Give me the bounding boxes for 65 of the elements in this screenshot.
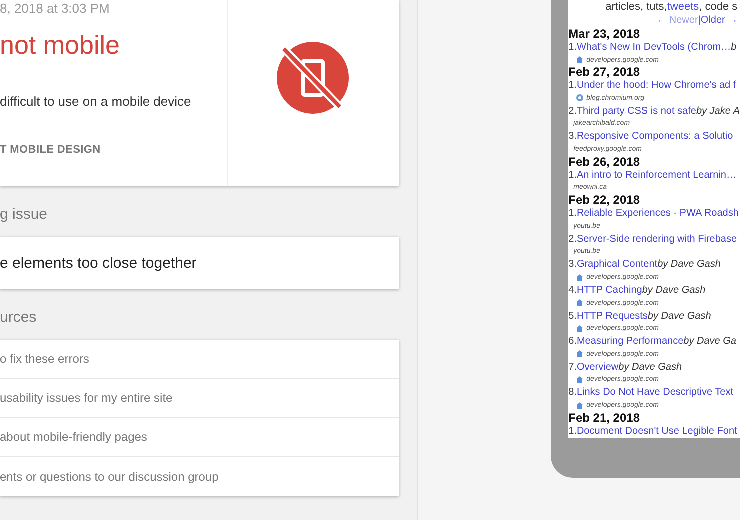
house-icon bbox=[576, 324, 584, 333]
article-link[interactable]: Graphical Content bbox=[576, 259, 658, 270]
feed-date: Feb 27, 2018 bbox=[568, 66, 641, 80]
house-icon bbox=[576, 376, 584, 384]
item-number: 7. bbox=[568, 362, 577, 373]
item-number: 6. bbox=[568, 336, 577, 348]
item-number: 1. bbox=[568, 426, 577, 437]
article-link[interactable]: An intro to Reinforcement Learnin… bbox=[576, 170, 736, 181]
item-number: 2. bbox=[568, 234, 577, 245]
article-link[interactable]: Responsive Components: a Solutio bbox=[576, 131, 734, 142]
house-icon bbox=[576, 274, 584, 282]
article-link[interactable]: Third party CSS is not safe bbox=[576, 106, 696, 117]
item-number: 1. bbox=[568, 208, 577, 220]
test-date: 8, 2018 at 3:03 PM bbox=[0, 1, 111, 16]
intro-text: , code s bbox=[699, 1, 738, 13]
house-icon bbox=[576, 350, 584, 358]
article-author: by Dave Gash bbox=[648, 310, 712, 322]
item-number: 3. bbox=[568, 131, 577, 142]
tweets-link[interactable]: tweets bbox=[667, 1, 700, 13]
house-icon bbox=[576, 402, 584, 410]
article-link[interactable]: Under the hood: How Chrome's ad f bbox=[576, 80, 736, 92]
house-icon bbox=[576, 56, 584, 64]
article-link[interactable]: Document Doesn't Use Legible Font bbox=[576, 426, 738, 437]
article-author: by Dave Gash bbox=[642, 284, 706, 296]
section-heading: urces bbox=[0, 309, 38, 326]
verdict-description: difficult to use on a mobile device bbox=[0, 94, 192, 109]
resource-link[interactable]: ents or questions to our discussion group bbox=[0, 457, 399, 496]
intro-text: articles, tuts, bbox=[606, 1, 668, 13]
verdict-title: not mobile bbox=[0, 30, 121, 61]
article-author: b bbox=[731, 42, 737, 53]
item-number: 5. bbox=[568, 310, 577, 322]
article-link[interactable]: Server-Side rendering with Firebase bbox=[576, 234, 738, 245]
item-number: 1. bbox=[568, 42, 577, 53]
item-number: 4. bbox=[568, 284, 577, 296]
house-icon bbox=[576, 299, 584, 308]
no-mobile-icon bbox=[276, 41, 350, 115]
article-link[interactable]: Overview bbox=[576, 362, 619, 373]
section-heading: g issue bbox=[0, 206, 49, 223]
article-author: by Dave Gash bbox=[618, 362, 682, 373]
article-author: by Dave Gash bbox=[658, 259, 721, 270]
issue-item[interactable]: e elements too close together bbox=[0, 237, 399, 289]
item-number: 1. bbox=[568, 170, 577, 181]
article-link[interactable]: Reliable Experiences - PWA Roadsh bbox=[576, 208, 739, 220]
article-link[interactable]: Links Do Not Have Descriptive Text bbox=[576, 387, 734, 398]
article-link[interactable]: Measuring Performance bbox=[576, 336, 684, 348]
feed-date: Feb 21, 2018 bbox=[568, 412, 641, 425]
feed-date: Feb 22, 2018 bbox=[568, 194, 641, 208]
feed-date: Mar 23, 2018 bbox=[568, 28, 641, 41]
article-author: by Jake A bbox=[696, 106, 740, 117]
item-number: 2. bbox=[568, 106, 577, 117]
resource-link[interactable]: o fix these errors bbox=[0, 340, 399, 379]
resource-link[interactable]: about mobile-friendly pages bbox=[0, 418, 399, 457]
feed-date: Feb 26, 2018 bbox=[568, 156, 641, 169]
article-author: by Dave Ga bbox=[684, 336, 736, 348]
resource-link[interactable]: usability issues for my entire site bbox=[0, 379, 399, 418]
item-number: 1. bbox=[568, 80, 577, 92]
article-link[interactable]: What's New In DevTools (Chrom… bbox=[576, 42, 732, 53]
item-number: 8. bbox=[568, 387, 577, 398]
older-link[interactable]: Older → bbox=[700, 15, 738, 26]
pager-separator: | bbox=[698, 15, 701, 26]
article-link[interactable]: HTTP Requests bbox=[576, 310, 648, 322]
item-number: 3. bbox=[568, 259, 577, 270]
article-link[interactable]: HTTP Caching bbox=[576, 284, 642, 296]
circle-icon bbox=[576, 94, 584, 102]
learn-more-link[interactable]: T MOBILE DESIGN bbox=[0, 144, 227, 156]
